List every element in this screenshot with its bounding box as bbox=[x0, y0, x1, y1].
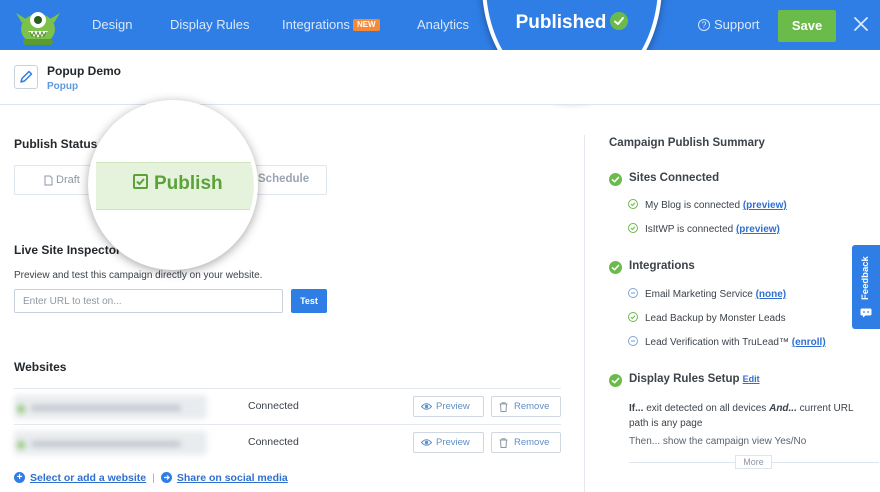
test-url-input[interactable] bbox=[14, 289, 283, 313]
site-summary-item: IsItWP is connected (preview) bbox=[628, 223, 780, 235]
sites-connected-title: Sites Connected bbox=[629, 172, 720, 184]
preview-button[interactable]: Preview bbox=[413, 432, 484, 453]
nav-analytics[interactable]: Analytics bbox=[417, 0, 469, 50]
published-label: Published bbox=[515, 12, 607, 33]
site-summary-text: My Blog is connected bbox=[645, 200, 743, 211]
sites-check-icon bbox=[609, 173, 622, 186]
checkbox-checked-icon bbox=[133, 174, 148, 190]
website-status: Connected bbox=[248, 400, 299, 412]
campaign-header: Popup Demo Popup bbox=[0, 50, 880, 105]
integration-none-link[interactable]: (none) bbox=[756, 289, 787, 300]
if-label: If... bbox=[629, 403, 644, 414]
minus-circle-icon bbox=[628, 288, 638, 299]
blurred-website-name bbox=[14, 431, 207, 455]
campaign-type: Popup bbox=[47, 81, 79, 92]
website-row: Connected Preview Remove bbox=[14, 388, 561, 424]
trash-icon bbox=[499, 438, 508, 448]
plus-circle-icon: + bbox=[14, 471, 25, 483]
then-rule-text: Then... show the campaign view Yes/No bbox=[629, 436, 807, 447]
document-icon bbox=[44, 175, 53, 186]
save-button[interactable]: Save bbox=[778, 10, 836, 42]
display-rules-check-icon bbox=[609, 374, 622, 387]
edit-campaign-icon[interactable] bbox=[14, 65, 38, 89]
small-check-icon bbox=[628, 223, 638, 234]
remove-label: Remove bbox=[514, 437, 550, 448]
display-rules-summary: If... exit detected on all devices And..… bbox=[629, 401, 869, 431]
minus-circle-icon bbox=[628, 336, 638, 347]
display-rules-title: Display Rules Setup bbox=[629, 373, 740, 385]
integrations-title: Integrations bbox=[629, 260, 695, 272]
preview-button[interactable]: Preview bbox=[413, 396, 484, 417]
display-rules-edit-link[interactable]: Edit bbox=[743, 374, 760, 384]
select-website-label: Select or add a website bbox=[30, 472, 147, 484]
summary-title: Campaign Publish Summary bbox=[609, 137, 765, 149]
top-navigation-bar: Design Display Rules Integrations NEW Ana… bbox=[0, 0, 880, 50]
nav-integrations[interactable]: Integrations NEW bbox=[282, 0, 380, 50]
small-check-icon bbox=[628, 199, 638, 210]
feedback-label[interactable]: Feedback bbox=[860, 256, 871, 300]
campaign-name: Popup Demo bbox=[47, 64, 121, 78]
publish-option[interactable]: Publish bbox=[133, 173, 223, 195]
link-separator: | bbox=[152, 472, 155, 484]
share-social-label: Share on social media bbox=[176, 472, 288, 484]
help-circle-icon: ? bbox=[698, 18, 710, 31]
preview-label: Preview bbox=[436, 437, 470, 448]
display-rules-setup: Display Rules Setup Edit bbox=[629, 373, 760, 385]
new-badge: NEW bbox=[352, 18, 380, 31]
trash-icon bbox=[499, 402, 508, 412]
publish-label: Publish bbox=[154, 173, 223, 194]
nav-integrations-label: Integrations bbox=[282, 17, 350, 32]
inspector-description: Preview and test this campaign directly … bbox=[14, 270, 263, 281]
eye-icon bbox=[421, 439, 432, 446]
small-check-icon bbox=[628, 312, 638, 323]
more-button[interactable]: More bbox=[735, 455, 772, 469]
test-button[interactable]: Test bbox=[291, 289, 327, 313]
column-divider bbox=[584, 135, 585, 492]
integration-enroll-link[interactable]: (enroll) bbox=[792, 337, 826, 348]
nav-design[interactable]: Design bbox=[92, 0, 132, 50]
and-label: And... bbox=[769, 403, 797, 414]
remove-button[interactable]: Remove bbox=[491, 432, 561, 453]
integration-item: Email Marketing Service (none) bbox=[628, 288, 787, 300]
optinmonster-logo-icon[interactable] bbox=[12, 3, 64, 47]
share-arrow-icon bbox=[160, 471, 172, 483]
integrations-check-icon bbox=[609, 261, 622, 274]
select-website-link[interactable]: + Select or add a website bbox=[14, 471, 147, 484]
website-actions: + Select or add a website | Share on social… bbox=[14, 471, 288, 484]
remove-label: Remove bbox=[514, 401, 550, 412]
publish-status-title: Publish Status bbox=[14, 137, 98, 151]
close-icon[interactable] bbox=[850, 13, 872, 35]
preview-label: Preview bbox=[436, 401, 470, 412]
eye-icon bbox=[421, 403, 432, 410]
site-summary-text: IsItWP is connected bbox=[645, 224, 736, 235]
draft-label: Draft bbox=[56, 174, 80, 186]
integration-text: Lead Verification with TruLead™ bbox=[645, 337, 792, 348]
published-status: Published bbox=[486, 11, 658, 34]
website-status: Connected bbox=[248, 436, 299, 448]
site-summary-item: My Blog is connected (preview) bbox=[628, 199, 787, 211]
websites-title: Websites bbox=[14, 360, 67, 374]
if-text: exit detected on all devices bbox=[643, 403, 770, 414]
integration-text: Email Marketing Service bbox=[645, 289, 756, 300]
integration-item: Lead Verification with TruLead™ (enroll) bbox=[628, 336, 826, 348]
integration-text: Lead Backup by Monster Leads bbox=[645, 313, 786, 324]
nav-display-rules[interactable]: Display Rules bbox=[170, 0, 249, 50]
support-label: Support bbox=[714, 17, 760, 32]
support-link[interactable]: ? Support bbox=[698, 0, 760, 50]
share-social-link[interactable]: Share on social media bbox=[160, 471, 288, 484]
schedule-option[interactable]: Schedule bbox=[258, 173, 309, 185]
publish-option-magnifier[interactable]: Publish bbox=[88, 100, 258, 270]
integration-item: Lead Backup by Monster Leads bbox=[628, 312, 786, 324]
draft-option[interactable]: Draft bbox=[44, 174, 80, 186]
remove-button[interactable]: Remove bbox=[491, 396, 561, 417]
website-row: Connected Preview Remove bbox=[14, 424, 561, 460]
published-check-icon bbox=[610, 11, 629, 30]
site-preview-link[interactable]: (preview) bbox=[743, 200, 787, 211]
site-preview-link[interactable]: (preview) bbox=[736, 224, 780, 235]
blurred-website-name bbox=[14, 395, 207, 419]
feedback-chat-icon bbox=[860, 308, 872, 318]
